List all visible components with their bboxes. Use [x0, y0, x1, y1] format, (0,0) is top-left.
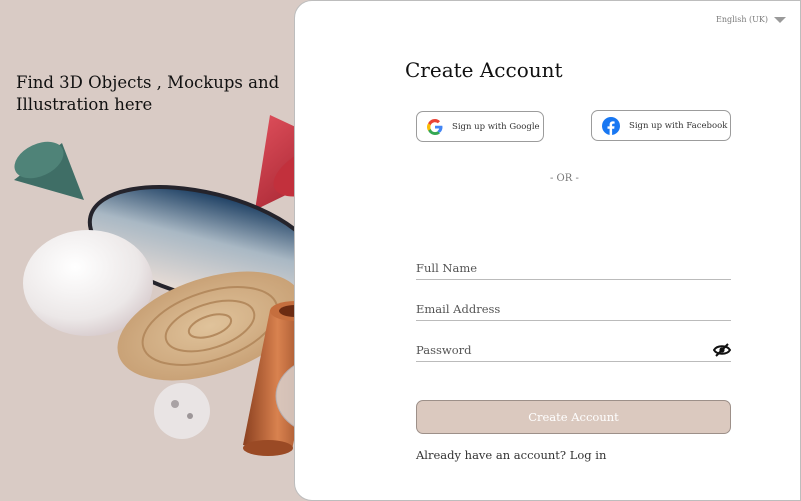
hero-panel: Find 3D Objects , Mockups and Illustrati…	[0, 0, 381, 501]
hero-headline: Find 3D Objects , Mockups and Illustrati…	[16, 73, 280, 114]
login-prompt: Already have an account? Log in	[416, 448, 606, 462]
page-title: Create Account	[405, 58, 563, 82]
login-link[interactable]: Log in	[570, 448, 607, 462]
or-divider: - OR -	[550, 173, 579, 184]
login-prompt-text: Already have an account?	[416, 448, 567, 462]
language-selector[interactable]: English (UK)	[716, 15, 786, 24]
password-field-wrapper	[416, 338, 732, 362]
chevron-down-icon	[774, 16, 786, 23]
signup-card: English (UK) Create Account Sign up with…	[294, 0, 801, 501]
facebook-signup-label: Sign up with Facebook	[629, 120, 728, 131]
google-icon	[427, 118, 443, 135]
google-signup-button[interactable]: Sign up with Google	[416, 111, 544, 142]
eye-slash-icon[interactable]	[712, 342, 732, 361]
full-name-field-wrapper	[416, 256, 731, 280]
password-input[interactable]	[416, 338, 731, 361]
create-account-button[interactable]: Create Account	[416, 400, 731, 434]
facebook-icon	[602, 116, 620, 135]
full-name-input[interactable]	[416, 256, 731, 279]
facebook-signup-button[interactable]: Sign up with Facebook	[591, 110, 731, 141]
google-signup-label: Sign up with Google	[452, 121, 540, 132]
email-input[interactable]	[416, 297, 731, 320]
language-label: English (UK)	[716, 15, 768, 24]
email-field-wrapper	[416, 297, 731, 321]
